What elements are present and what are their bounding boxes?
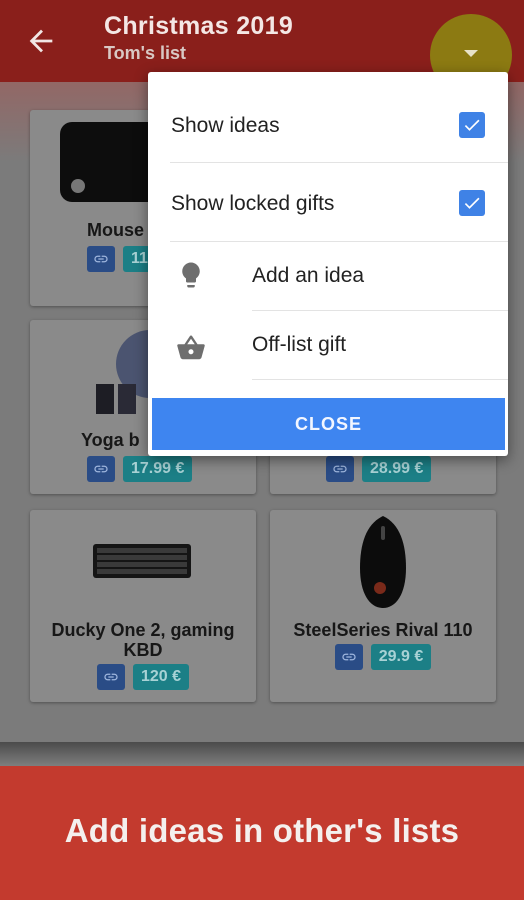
- show-ideas-label: Show ideas: [171, 114, 280, 137]
- options-menu: Show ideas Show locked gifts Add an idea…: [148, 72, 508, 456]
- divider: [252, 379, 508, 380]
- off-list-gift-row[interactable]: Off-list gift: [148, 311, 508, 379]
- show-ideas-row[interactable]: Show ideas: [148, 72, 508, 162]
- checkmark-icon: [464, 119, 480, 131]
- bottom-shadow: [0, 742, 524, 766]
- price-badge: 28.99 €: [362, 456, 432, 482]
- gift-card[interactable]: Ducky One 2, gaming KBD 120 €: [30, 510, 256, 702]
- close-button[interactable]: CLOSE: [152, 398, 505, 450]
- promo-text: Add ideas in other's lists: [64, 812, 460, 849]
- promo-banner: Add ideas in other's lists: [0, 766, 524, 900]
- keyboard-image: [93, 544, 191, 578]
- list-title: Christmas 2019: [104, 12, 294, 40]
- link-button[interactable]: [326, 456, 354, 482]
- link-icon: [94, 255, 108, 263]
- arrow-left-icon: [29, 29, 53, 53]
- lightbulb-icon: [182, 262, 200, 288]
- price-badge: 17.99 €: [123, 456, 193, 482]
- gift-name: Ducky One 2, gaming KBD: [51, 620, 235, 660]
- show-ideas-checkbox[interactable]: [459, 112, 485, 138]
- price-badge: 29.9 €: [370, 644, 432, 670]
- back-button[interactable]: [24, 24, 58, 58]
- caret-down-icon: [464, 50, 478, 57]
- list-owner-subtitle: Tom's list: [104, 43, 186, 63]
- price-badge: 120 €: [132, 664, 190, 690]
- gift-card[interactable]: SteelSeries Rival 110 29.9 €: [270, 510, 496, 702]
- link-button[interactable]: [87, 456, 115, 482]
- link-button[interactable]: [87, 246, 115, 272]
- off-list-gift-label: Off-list gift: [252, 333, 347, 356]
- show-locked-gifts-checkbox[interactable]: [459, 190, 485, 216]
- show-locked-gifts-label: Show locked gifts: [171, 192, 335, 215]
- link-icon: [333, 465, 347, 473]
- gaming-mouse-image: [360, 516, 406, 608]
- link-icon: [104, 673, 118, 681]
- gift-name: SteelSeries Rival 110: [293, 620, 473, 640]
- checkmark-icon: [464, 197, 480, 209]
- link-button[interactable]: [334, 644, 363, 670]
- link-icon: [94, 465, 108, 473]
- basket-icon: [177, 335, 205, 360]
- show-locked-gifts-row[interactable]: Show locked gifts: [148, 163, 508, 241]
- add-idea-label: Add an idea: [252, 264, 365, 287]
- link-button[interactable]: [96, 664, 125, 690]
- add-idea-row[interactable]: Add an idea: [148, 242, 508, 310]
- link-icon: [342, 653, 356, 661]
